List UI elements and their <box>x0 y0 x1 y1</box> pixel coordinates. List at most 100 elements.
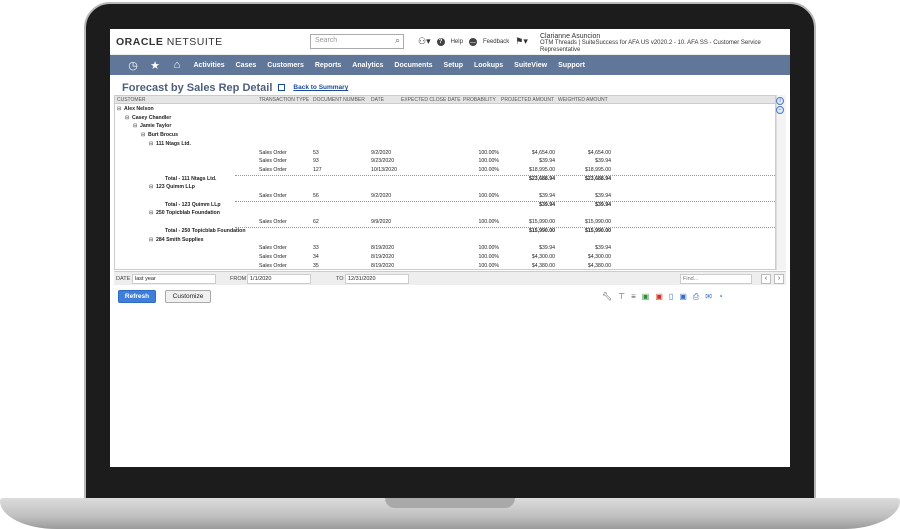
word-export-icon[interactable]: ▣ <box>679 292 687 302</box>
col-transaction-type[interactable]: TRANSACTION TYPE <box>259 97 309 103</box>
transaction-type: Sales Order <box>259 158 287 165</box>
total-row: Total - 123 Quimm LLp $39.94 $39.94 <box>115 200 775 210</box>
table-row: Sales Order 62 9/9/2020 100.00% $15,990.00 $1… <box>115 218 775 227</box>
nav-item-customers[interactable]: Customers <box>262 62 310 69</box>
nav-item-cases[interactable]: Cases <box>230 62 262 69</box>
total-row: Total - 250 Topicblab Foundation $15,990.… <box>115 226 775 236</box>
prev-arrow-icon[interactable]: ‹ <box>761 274 771 284</box>
find-input[interactable]: Find... <box>680 274 752 284</box>
user-menu[interactable]: Clarianne Asuncion OTM Threads | SuiteSu… <box>540 33 790 54</box>
date: 9/9/2020 <box>371 219 392 226</box>
group-row[interactable]: ⊟ 284 Smith Supplies <box>115 236 775 245</box>
weighted-amount: $23,688.94 <box>585 175 611 182</box>
global-search-input[interactable]: Search ⌕ <box>310 34 404 49</box>
back-icon[interactable] <box>278 84 286 91</box>
col-customer[interactable]: CUSTOMER <box>117 97 146 103</box>
collapse-toggle-icon[interactable]: ⊟ <box>149 141 153 147</box>
home-icon[interactable]: ⌂ <box>166 59 188 71</box>
next-arrow-icon[interactable]: › <box>774 274 784 284</box>
group-row[interactable]: ⊟ 111 Ntags Ltd. <box>115 140 775 149</box>
group-row[interactable]: ⊟ Casey Chandler <box>115 114 775 123</box>
customer-name: Burt Brocus <box>148 132 178 139</box>
customize-button[interactable]: Customize <box>165 290 211 303</box>
document-number: 34 <box>313 253 319 260</box>
nav-item-activities[interactable]: Activities <box>188 62 230 69</box>
excel-export-icon[interactable]: ▣ <box>642 292 650 302</box>
group-row[interactable]: ⊟ 250 Topicblab Foundation <box>115 209 775 218</box>
nav-item-lookups[interactable]: Lookups <box>469 62 509 69</box>
col-probability[interactable]: PROBABILITY <box>463 97 496 103</box>
nav-item-analytics[interactable]: Analytics <box>347 62 389 69</box>
col-weighted-amount[interactable]: WEIGHTED AMOUNT <box>558 97 608 103</box>
collapse-toggle-icon[interactable]: ⊟ <box>141 132 145 138</box>
filter-bar: DATE last year FROM 1/1/2020 TO 12/31/20… <box>114 271 786 285</box>
document-number: 53 <box>313 149 319 156</box>
document-number: 33 <box>313 245 319 252</box>
search-icon[interactable]: ⌕ <box>395 35 400 46</box>
table-row: Sales Order 34 8/19/2020 100.00% $4,300.00 $4… <box>115 253 775 262</box>
refresh-button[interactable]: Refresh <box>118 290 156 303</box>
weighted-amount: $4,654.00 <box>587 149 611 156</box>
collapse-icon[interactable]: − <box>776 106 784 114</box>
probability: 100.00% <box>478 245 499 252</box>
pdf-export-icon[interactable]: ▣ <box>655 292 663 302</box>
print-icon[interactable]: ⎙ <box>693 292 699 302</box>
collapse-toggle-icon[interactable]: ⊟ <box>117 106 121 112</box>
date: 9/2/2020 <box>371 149 392 156</box>
collapse-toggle-icon[interactable]: ⊟ <box>149 184 153 190</box>
help-link[interactable]: Help <box>451 39 463 45</box>
collapse-toggle-icon[interactable]: ⊟ <box>149 210 153 216</box>
group-row[interactable]: ⊟ Jamie Taylor <box>115 122 775 131</box>
group-row[interactable]: ⊟ 123 Quimm LLp <box>115 183 775 192</box>
col-date[interactable]: DATE <box>371 97 384 103</box>
email-icon[interactable]: ✉ <box>705 292 712 302</box>
wrench-icon[interactable]: 🔧︎ <box>602 292 612 302</box>
to-date-input[interactable]: 12/31/2020 <box>345 274 409 284</box>
feedback-icon[interactable]: … <box>468 37 477 46</box>
info-icon[interactable]: i <box>776 97 784 105</box>
collapse-toggle-icon[interactable]: ⊟ <box>133 123 137 129</box>
collapse-toggle-icon[interactable]: ⊟ <box>125 115 129 121</box>
nav-item-setup[interactable]: Setup <box>438 62 468 69</box>
collapse-all-icon[interactable]: ≡ <box>631 292 636 302</box>
date: 8/19/2020 <box>371 245 395 252</box>
role-switch-icon[interactable]: ⚑▾ <box>515 36 528 47</box>
projected-amount: $15,990.00 <box>529 219 555 226</box>
from-date-input[interactable]: 1/1/2020 <box>247 274 311 284</box>
col-expected-close-date[interactable]: EXPECTED CLOSE DATE <box>401 97 461 103</box>
schedule-icon[interactable]: ◔ <box>718 292 723 302</box>
date: 10/13/2020 <box>371 166 397 173</box>
date-range-select[interactable]: last year <box>132 274 216 284</box>
nav-item-support[interactable]: Support <box>553 62 591 69</box>
collapse-toggle-icon[interactable]: ⊟ <box>149 237 153 243</box>
recent-icon[interactable]: ◷ <box>122 59 144 72</box>
recent-records-icon[interactable]: ⚇▾ <box>418 36 431 47</box>
group-row[interactable]: ⊟ Alex Nelson <box>115 105 775 114</box>
projected-amount: $39.94 <box>539 158 555 165</box>
nav-item-reports[interactable]: Reports <box>309 62 346 69</box>
weighted-amount: $4,380.00 <box>587 262 611 269</box>
transaction-type: Sales Order <box>259 193 287 199</box>
group-row[interactable]: ⊟ Burt Brocus <box>115 131 775 140</box>
expand-icon[interactable]: ⊤ <box>618 292 625 302</box>
laptop-notch <box>385 498 515 508</box>
nav-item-suiteview[interactable]: SuiteView <box>509 62 553 69</box>
grid-scrollbar[interactable] <box>776 95 786 270</box>
projected-amount: $15,990.00 <box>529 227 555 234</box>
projected-amount: $39.94 <box>539 245 555 252</box>
col-projected-amount[interactable]: PROJECTED AMOUNT <box>501 97 554 103</box>
nav-item-documents[interactable]: Documents <box>389 62 438 69</box>
weighted-amount: $4,300.00 <box>587 253 611 260</box>
projected-amount: $18,995.00 <box>529 166 555 173</box>
main-nav: ◷ ★ ⌂ Activities Cases Customers Reports… <box>110 55 790 75</box>
probability: 100.00% <box>478 253 499 260</box>
help-icon[interactable]: ? <box>436 37 445 46</box>
feedback-link[interactable]: Feedback <box>483 39 509 45</box>
col-document-number[interactable]: DOCUMENT NUMBER <box>313 97 365 103</box>
document-number: 56 <box>313 193 319 199</box>
total-label: Total - 111 Ntags Ltd. <box>165 175 217 182</box>
date: 9/23/2020 <box>371 158 395 165</box>
star-icon[interactable]: ★ <box>144 59 166 72</box>
csv-export-icon[interactable]: ▯ <box>669 292 673 302</box>
back-to-summary-link[interactable]: Back to Summary <box>293 84 348 91</box>
